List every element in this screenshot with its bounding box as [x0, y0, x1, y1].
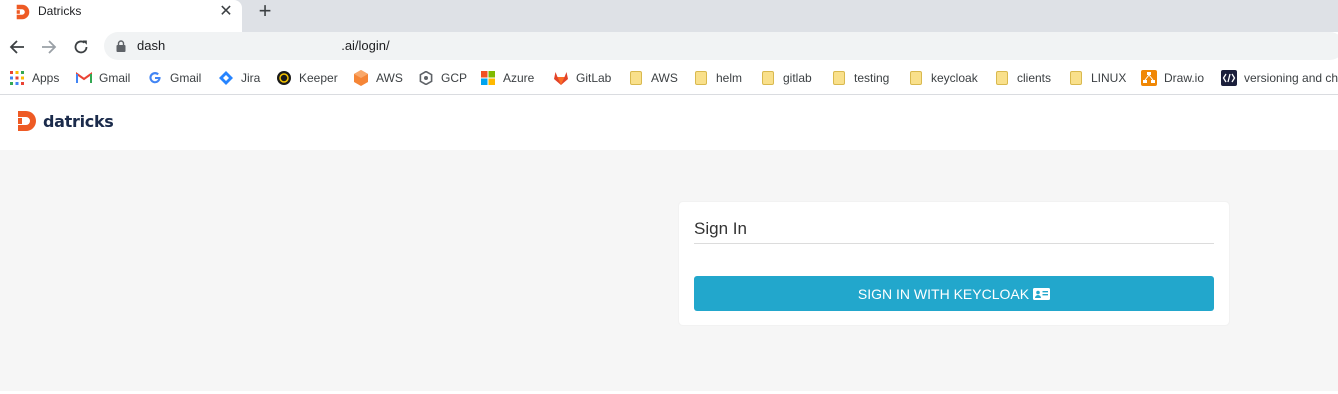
- new-tab-button[interactable]: +: [252, 0, 278, 24]
- bookmark-label: GitLab: [576, 71, 612, 85]
- browser-tab[interactable]: Datricks ✕: [0, 0, 242, 32]
- folder-icon: [994, 70, 1010, 86]
- bookmark-label: LINUX: [1091, 71, 1127, 85]
- google-icon: [147, 70, 163, 86]
- bookmark-label: helm: [716, 71, 743, 85]
- bookmark-keeper[interactable]: Keeper: [276, 69, 338, 87]
- reload-icon: [74, 40, 88, 54]
- sign-in-card: Sign In SIGN IN WITH KEYCLOAK: [679, 202, 1229, 325]
- bookmark-apps[interactable]: Apps: [9, 69, 59, 87]
- jira-icon: [218, 70, 234, 86]
- bookmark-label: GCP: [441, 71, 468, 85]
- bookmark-azure[interactable]: Azure: [480, 69, 534, 87]
- address-bar[interactable]: dash .ai/login/: [104, 32, 1338, 60]
- bookmark-label: Apps: [32, 71, 60, 85]
- tab-title: Datricks: [38, 4, 82, 18]
- bookmark-label: AWS: [376, 71, 403, 85]
- brand-name: datricks: [43, 111, 114, 131]
- bookmark-versioning[interactable]: versioning and ch: [1221, 69, 1338, 87]
- bookmark-label: testing: [854, 71, 890, 85]
- bookmark-label: Keeper: [299, 71, 338, 85]
- back-arrow-icon: [9, 40, 24, 54]
- folder-icon: [831, 70, 847, 86]
- gcp-icon: [418, 70, 434, 86]
- bookmarks-bar: Apps Gmail Gmail Jira Keeper AWS GCP Azu…: [0, 61, 1338, 95]
- gmail-icon: [76, 70, 92, 86]
- datricks-favicon-icon: [16, 4, 30, 20]
- site-header: datricks: [0, 96, 1338, 150]
- bookmark-label: versioning and ch: [1244, 71, 1338, 85]
- bookmark-folder-keycloak[interactable]: keycloak: [908, 69, 978, 87]
- sign-in-title: Sign In: [694, 219, 747, 238]
- bookmark-label: gitlab: [783, 71, 812, 85]
- bookmark-label: Gmail: [170, 71, 202, 85]
- close-tab-icon[interactable]: ✕: [216, 2, 236, 22]
- folder-icon: [1068, 70, 1084, 86]
- bookmark-gitlab[interactable]: GitLab: [553, 69, 611, 87]
- folder-icon: [693, 70, 709, 86]
- bookmark-aws[interactable]: AWS: [353, 69, 403, 87]
- bookmark-label: clients: [1017, 71, 1052, 85]
- bookmark-jira[interactable]: Jira: [218, 69, 260, 87]
- keycloak-button-label: SIGN IN WITH KEYCLOAK: [857, 285, 1030, 302]
- forward-button[interactable]: [38, 36, 60, 58]
- folder-icon: [908, 70, 924, 86]
- drawio-icon: [1141, 70, 1157, 86]
- azure-icon: [480, 70, 496, 86]
- gitlab-icon: [553, 70, 569, 86]
- url-text: dash .ai/login/: [137, 38, 390, 53]
- back-button[interactable]: [6, 36, 28, 58]
- tab-strip: Datricks ✕ +: [0, 0, 1338, 32]
- reload-button[interactable]: [70, 36, 92, 58]
- bookmark-gmail-google[interactable]: Gmail: [147, 69, 201, 87]
- card-divider: [694, 243, 1214, 244]
- browser-toolbar: dash .ai/login/: [0, 32, 1338, 61]
- bookmark-gcp[interactable]: GCP: [418, 69, 467, 87]
- bookmark-label: Jira: [241, 71, 261, 85]
- bookmark-drawio[interactable]: Draw.io: [1141, 69, 1204, 87]
- sign-in-with-keycloak-button[interactable]: SIGN IN WITH KEYCLOAK: [694, 276, 1214, 311]
- bookmark-folder-helm[interactable]: helm: [693, 69, 742, 87]
- id-card-icon: [1033, 287, 1051, 300]
- keeper-icon: [276, 70, 292, 86]
- aws-icon: [353, 70, 369, 86]
- apps-grid-icon: [9, 70, 25, 86]
- datricks-logo-icon: [18, 111, 36, 131]
- bookmark-folder-linux[interactable]: LINUX: [1068, 69, 1126, 87]
- versioning-icon: [1221, 70, 1237, 86]
- lock-icon: [116, 40, 126, 52]
- bookmark-folder-clients[interactable]: clients: [994, 69, 1051, 87]
- url-end: .ai/login/: [341, 38, 390, 53]
- bookmark-folder-testing[interactable]: testing: [831, 69, 889, 87]
- forward-arrow-icon: [42, 40, 57, 54]
- bookmark-label: Draw.io: [1164, 71, 1205, 85]
- bookmark-label: Azure: [503, 71, 535, 85]
- folder-icon: [760, 70, 776, 86]
- bookmark-folder-gitlab[interactable]: gitlab: [760, 69, 812, 87]
- brand-logo[interactable]: datricks: [16, 110, 114, 132]
- bookmark-label: AWS: [651, 71, 678, 85]
- bookmark-label: keycloak: [931, 71, 978, 85]
- url-start: dash: [137, 38, 166, 53]
- bookmark-gmail[interactable]: Gmail: [76, 69, 130, 87]
- bookmark-folder-aws[interactable]: AWS: [628, 69, 678, 87]
- bookmark-label: Gmail: [99, 71, 131, 85]
- folder-icon: [628, 70, 644, 86]
